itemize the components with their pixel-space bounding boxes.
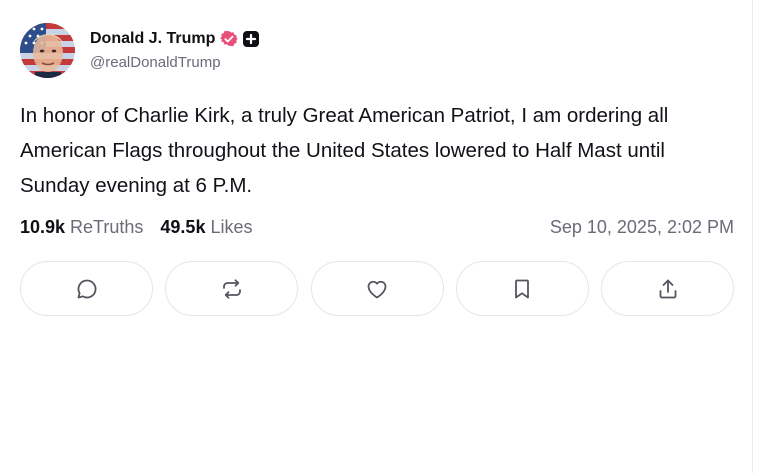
- verified-badge-icon: [220, 30, 239, 48]
- repost-icon: [222, 278, 241, 299]
- comment-icon: [77, 279, 96, 298]
- retruths-stat[interactable]: 10.9k ReTruths: [20, 217, 143, 238]
- avatar-image: [20, 22, 75, 78]
- share-icon: [659, 279, 676, 298]
- retruth-button[interactable]: [165, 261, 299, 316]
- handle[interactable]: @realDonaldTrump: [90, 54, 260, 71]
- likes-stat[interactable]: 49.5k Likes: [160, 217, 252, 238]
- reply-button[interactable]: [20, 261, 153, 316]
- author-info: Donald J. Trump @realDonaldTrump: [90, 28, 260, 71]
- display-name[interactable]: Donald J. Trump: [90, 30, 215, 48]
- action-bar: [20, 261, 734, 316]
- post-timestamp[interactable]: Sep 10, 2025, 2:02 PM: [550, 217, 734, 238]
- post-card: Donald J. Trump @realDonaldTrump In hono…: [20, 22, 734, 316]
- retruths-count: 10.9k: [20, 216, 66, 237]
- stats-row: 10.9k ReTruths 49.5k Likes Sep 10, 2025,…: [20, 213, 734, 241]
- page: Donald J. Trump @realDonaldTrump In hono…: [0, 0, 768, 473]
- post-text: In honor of Charlie Kirk, a truly Great …: [20, 104, 669, 197]
- heart-icon: [367, 280, 387, 298]
- bookmark-button[interactable]: [455, 261, 589, 316]
- likes-label: Likes: [210, 216, 253, 237]
- avatar[interactable]: [20, 22, 75, 78]
- name-row: Donald J. Trump: [90, 28, 260, 50]
- bookmark-icon: [515, 279, 530, 298]
- column-divider: [752, 0, 753, 473]
- post-header: Donald J. Trump @realDonaldTrump: [20, 22, 734, 78]
- engagement-stats: 10.9k ReTruths 49.5k Likes: [20, 217, 252, 238]
- likes-count: 49.5k: [160, 216, 206, 237]
- retruths-label: ReTruths: [70, 216, 144, 237]
- plus-badge-icon: [242, 30, 260, 48]
- like-button[interactable]: [310, 261, 444, 316]
- share-button[interactable]: [601, 261, 734, 316]
